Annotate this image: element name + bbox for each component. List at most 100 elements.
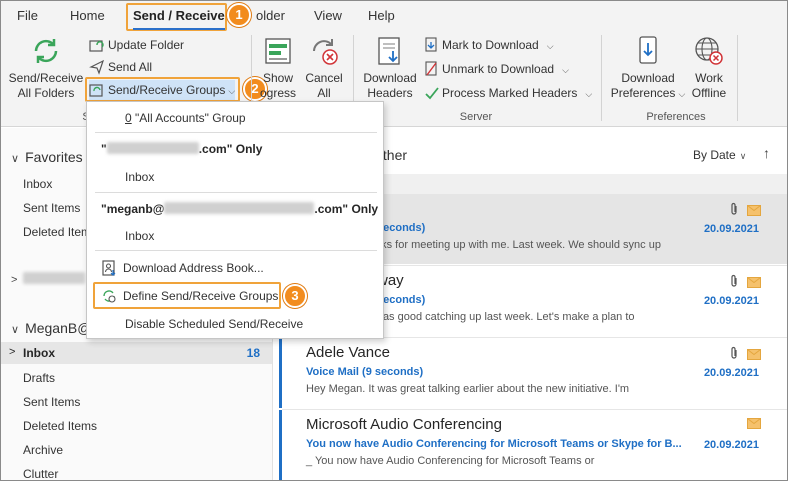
menu-separator — [95, 192, 377, 193]
tab-help[interactable]: Help — [368, 7, 395, 27]
work-offline-line2: Offline — [691, 86, 727, 100]
process-marked-headers-button[interactable]: Process Marked Headers ⌵ — [425, 83, 592, 103]
favorites-inbox[interactable]: Inbox — [23, 177, 52, 191]
message-sender: Microsoft Audio Conferencing — [306, 416, 502, 433]
redacted-email — [106, 142, 199, 154]
checkmark-icon — [425, 87, 439, 100]
message-preview: Hey Megan. It was great talking earlier … — [306, 383, 630, 395]
folder-deleted-items[interactable]: Deleted Items — [23, 419, 97, 433]
ribbon-tab-bar: File Home Send / Receive 1 older View He… — [1, 1, 787, 31]
folder-sent-items[interactable]: Sent Items — [23, 395, 80, 409]
redacted-email — [164, 202, 315, 214]
message-date: 20.09.2021 — [703, 439, 759, 451]
cancel-all-button[interactable]: Cancel All — [303, 35, 345, 101]
message-icons — [742, 418, 761, 432]
paperclip-icon — [731, 274, 737, 287]
favorites-deleted-items[interactable]: Deleted Item — [23, 225, 91, 239]
chevron-down-icon: ∨ — [11, 324, 20, 336]
tab-home[interactable]: Home — [70, 7, 105, 27]
message-icons — [724, 346, 761, 363]
send-receive-all-line1: Send/Receive — [8, 71, 84, 85]
message-date: 20.09.2021 — [703, 223, 759, 235]
menu-item-account-2-only[interactable]: "meganb@ .com" Only — [101, 202, 381, 216]
send-receive-groups-label: Send/Receive Groups — [108, 83, 226, 97]
sort-direction-arrow-icon[interactable]: ↑ — [763, 145, 770, 161]
step-3-badge: 3 — [283, 284, 307, 308]
menu-item-all-accounts-group[interactable]: 0 "All Accounts" Group — [125, 111, 375, 125]
message-icons — [724, 202, 761, 219]
menu-item-account-2-inbox[interactable]: Inbox — [125, 229, 375, 243]
message-subject: seconds) — [377, 294, 426, 306]
tab-send-receive[interactable]: Send / Receive — [133, 7, 225, 30]
inbox-folder-row[interactable]: > Inbox 18 — [1, 342, 272, 364]
mark-download-icon — [425, 37, 437, 52]
message-date: 20.09.2021 — [703, 295, 759, 307]
tab-view[interactable]: View — [314, 7, 342, 27]
menu-separator — [95, 250, 377, 251]
sync-icon — [34, 39, 58, 63]
define-groups-label: Define Send/Receive Groups — [123, 289, 279, 303]
sort-label: By Date — [693, 148, 736, 162]
account-1-suffix: .com" Only — [198, 142, 263, 156]
send-receive-groups-button[interactable]: Send/Receive Groups ⌵ — [89, 80, 236, 100]
download-headers-button[interactable]: Download Headers — [359, 35, 421, 101]
ribbon-separator — [601, 35, 602, 121]
chevron-down-icon: ⌵ — [562, 65, 569, 75]
message-sender: Adele Vance — [306, 344, 390, 361]
show-progress-line1: Show — [262, 71, 294, 85]
show-progress-button[interactable]: Show ogress — [255, 35, 301, 101]
message-date: 20.09.2021 — [703, 367, 759, 379]
favorites-header[interactable]: ∨ Favorites — [11, 149, 83, 165]
account-label: MeganB@ — [25, 320, 92, 336]
menu-separator — [95, 132, 377, 133]
send-all-button[interactable]: Send All — [89, 57, 152, 77]
envelope-icon — [747, 418, 761, 429]
favorites-sent-items[interactable]: Sent Items — [23, 201, 80, 215]
outlook-window: File Home Send / Receive 1 older View He… — [0, 0, 788, 481]
send-receive-all-folders-button[interactable]: Send/Receive All Folders — [7, 35, 85, 101]
message-item[interactable]: Adele Vance Voice Mail (9 seconds) Hey M… — [279, 338, 787, 408]
unmark-download-icon — [425, 61, 437, 76]
menu-item-account-1-only[interactable]: " .com" Only — [101, 142, 371, 156]
sort-by-date-button[interactable]: By Date ∨ — [693, 148, 746, 162]
download-preferences-line2: Preferences ⌵ — [609, 86, 687, 102]
mark-to-download-button[interactable]: Mark to Download ⌵ — [425, 35, 554, 55]
message-preview: _ You now have Audio Conferencing for Mi… — [306, 455, 595, 467]
progress-icon — [265, 38, 291, 64]
folder-archive[interactable]: Archive — [23, 443, 63, 457]
work-offline-button[interactable]: Work Offline — [687, 35, 731, 101]
account-2-suffix: .com" Only — [314, 202, 379, 216]
all-accounts-text: "All Accounts" Group — [131, 111, 246, 125]
message-icons — [724, 274, 761, 291]
folder-drafts[interactable]: Drafts — [23, 371, 55, 385]
menu-item-account-1-inbox[interactable]: Inbox — [125, 170, 375, 184]
update-folder-button[interactable]: Update Folder — [89, 35, 184, 55]
preferences-group-label: Preferences — [646, 111, 706, 123]
chevron-down-icon: ⌵ — [228, 86, 236, 96]
message-item[interactable]: Microsoft Audio Conferencing You now hav… — [279, 410, 787, 480]
tab-file[interactable]: File — [17, 7, 38, 27]
message-subject: seconds) — [377, 222, 426, 234]
chevron-right-icon: > — [11, 274, 18, 286]
folder-clutter[interactable]: Clutter — [23, 467, 58, 480]
send-receive-groups-icon — [89, 84, 103, 97]
inbox-unread-count: 18 — [246, 346, 260, 360]
cancel-sync-icon — [313, 39, 338, 65]
unmark-to-download-button[interactable]: Unmark to Download ⌵ — [425, 59, 569, 79]
download-preferences-button[interactable]: Download Preferences ⌵ — [609, 35, 687, 102]
message-preview: was good catching up last week. Let's ma… — [375, 311, 635, 323]
send-all-icon — [89, 59, 105, 75]
menu-item-disable-scheduled[interactable]: Disable Scheduled Send/Receive — [125, 317, 375, 331]
tab-folder[interactable]: older — [256, 7, 285, 27]
paperclip-icon — [731, 346, 737, 359]
chevron-down-icon: ⌵ — [678, 89, 686, 99]
define-groups-icon — [103, 290, 116, 303]
account-collapsed-header[interactable]: > — [11, 270, 86, 286]
menu-item-define-send-receive-groups[interactable]: Define Send/Receive Groups — [101, 288, 281, 304]
server-group-label: Server — [459, 111, 493, 123]
menu-item-download-address-book[interactable]: Download Address Book... — [101, 260, 371, 276]
envelope-icon — [747, 349, 761, 360]
account-header[interactable]: ∨ MeganB@ — [11, 320, 91, 336]
address-book-icon — [102, 260, 116, 276]
envelope-icon — [747, 205, 761, 216]
